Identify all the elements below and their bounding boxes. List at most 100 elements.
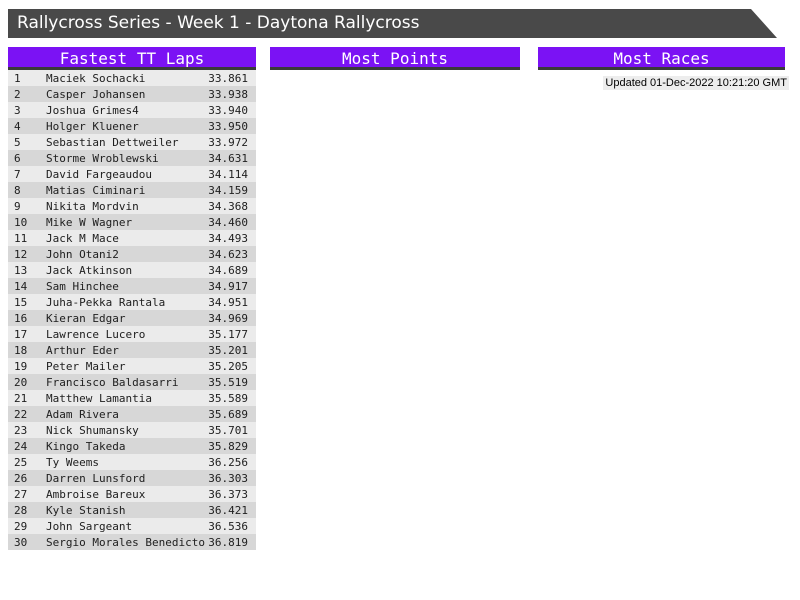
table-row: 18 Arthur Eder 35.201 bbox=[8, 342, 256, 358]
row-rank: 30 bbox=[14, 535, 28, 549]
table-row: 13 Jack Atkinson 34.689 bbox=[8, 262, 256, 278]
table-row: 29 John Sargeant 36.536 bbox=[8, 518, 256, 534]
row-driver-name: Adam Rivera bbox=[46, 407, 119, 421]
row-rank: 11 bbox=[14, 231, 28, 245]
row-lap-time: 35.829 bbox=[208, 439, 248, 453]
table-row: 25 Ty Weems 36.256 bbox=[8, 454, 256, 470]
table-row: 10 Mike W Wagner 34.460 bbox=[8, 214, 256, 230]
row-lap-time: 35.205 bbox=[208, 359, 248, 373]
table-row: 30 Sergio Morales Benedicto 36.819 bbox=[8, 534, 256, 550]
panel-most-points: Most Points bbox=[270, 47, 520, 70]
table-row: 11 Jack M Mace 34.493 bbox=[8, 230, 256, 246]
row-lap-time: 33.938 bbox=[208, 87, 248, 101]
row-lap-time: 35.201 bbox=[208, 343, 248, 357]
row-rank: 16 bbox=[14, 311, 28, 325]
title-bar: Rallycross Series - Week 1 - Daytona Ral… bbox=[8, 9, 777, 38]
row-driver-name: Holger Kluener bbox=[46, 119, 139, 133]
row-driver-name: Storme Wroblewski bbox=[46, 151, 159, 165]
row-rank: 18 bbox=[14, 343, 28, 357]
table-row: 4 Holger Kluener 33.950 bbox=[8, 118, 256, 134]
row-lap-time: 36.373 bbox=[208, 487, 248, 501]
table-row: 14 Sam Hinchee 34.917 bbox=[8, 278, 256, 294]
row-driver-name: Lawrence Lucero bbox=[46, 327, 146, 341]
row-rank: 4 bbox=[14, 119, 21, 133]
row-rank: 1 bbox=[14, 71, 21, 85]
row-lap-time: 34.689 bbox=[208, 263, 248, 277]
row-lap-time: 34.623 bbox=[208, 247, 248, 261]
row-lap-time: 35.519 bbox=[208, 375, 248, 389]
row-rank: 13 bbox=[14, 263, 28, 277]
table-row: 3 Joshua Grimes4 33.940 bbox=[8, 102, 256, 118]
row-driver-name: John Otani2 bbox=[46, 247, 119, 261]
row-rank: 21 bbox=[14, 391, 28, 405]
row-rank: 10 bbox=[14, 215, 28, 229]
row-driver-name: Sergio Morales Benedicto bbox=[46, 535, 205, 549]
table-row: 26 Darren Lunsford 36.303 bbox=[8, 470, 256, 486]
table-row: 17 Lawrence Lucero 35.177 bbox=[8, 326, 256, 342]
table-row: 21 Matthew Lamantia 35.589 bbox=[8, 390, 256, 406]
row-rank: 9 bbox=[14, 199, 21, 213]
row-rank: 28 bbox=[14, 503, 28, 517]
panel-fastest-tt-laps: Fastest TT Laps 1 Maciek Sochacki 33.861 2 C… bbox=[8, 47, 256, 550]
row-lap-time: 36.256 bbox=[208, 455, 248, 469]
row-lap-time: 34.159 bbox=[208, 183, 248, 197]
header-most-races: Most Races bbox=[538, 47, 785, 70]
row-driver-name: Ambroise Bareux bbox=[46, 487, 146, 501]
row-rank: 3 bbox=[14, 103, 21, 117]
row-lap-time: 34.493 bbox=[208, 231, 248, 245]
row-driver-name: Casper Johansen bbox=[46, 87, 146, 101]
table-row: 1 Maciek Sochacki 33.861 bbox=[8, 70, 256, 86]
table-row: 16 Kieran Edgar 34.969 bbox=[8, 310, 256, 326]
row-rank: 7 bbox=[14, 167, 21, 181]
row-lap-time: 33.940 bbox=[208, 103, 248, 117]
row-lap-time: 34.114 bbox=[208, 167, 248, 181]
table-row: 28 Kyle Stanish 36.421 bbox=[8, 502, 256, 518]
row-lap-time: 33.950 bbox=[208, 119, 248, 133]
table-row: 27 Ambroise Bareux 36.373 bbox=[8, 486, 256, 502]
row-rank: 24 bbox=[14, 439, 28, 453]
row-rank: 23 bbox=[14, 423, 28, 437]
row-driver-name: Matthew Lamantia bbox=[46, 391, 152, 405]
row-lap-time: 35.589 bbox=[208, 391, 248, 405]
row-rank: 15 bbox=[14, 295, 28, 309]
row-driver-name: Mike W Wagner bbox=[46, 215, 133, 229]
table-row: 7 David Fargeaudou 34.114 bbox=[8, 166, 256, 182]
table-row: 23 Nick Shumansky 35.701 bbox=[8, 422, 256, 438]
row-rank: 22 bbox=[14, 407, 28, 421]
panel-most-races: Most Races bbox=[538, 47, 785, 70]
table-row: 24 Kingo Takeda 35.829 bbox=[8, 438, 256, 454]
row-driver-name: Joshua Grimes4 bbox=[46, 103, 139, 117]
row-lap-time: 35.689 bbox=[208, 407, 248, 421]
table-row: 2 Casper Johansen 33.938 bbox=[8, 86, 256, 102]
row-driver-name: Nick Shumansky bbox=[46, 423, 139, 437]
row-rank: 2 bbox=[14, 87, 21, 101]
row-driver-name: Sam Hinchee bbox=[46, 279, 119, 293]
row-lap-time: 36.303 bbox=[208, 471, 248, 485]
row-rank: 27 bbox=[14, 487, 28, 501]
table-row: 8 Matias Ciminari 34.159 bbox=[8, 182, 256, 198]
row-lap-time: 36.819 bbox=[208, 535, 248, 549]
row-driver-name: Ty Weems bbox=[46, 455, 99, 469]
row-driver-name: Darren Lunsford bbox=[46, 471, 146, 485]
row-driver-name: Jack Atkinson bbox=[46, 263, 133, 277]
page-title: Rallycross Series - Week 1 - Daytona Ral… bbox=[17, 13, 420, 33]
row-driver-name: Sebastian Dettweiler bbox=[46, 135, 179, 149]
row-driver-name: Nikita Mordvin bbox=[46, 199, 139, 213]
row-driver-name: Kyle Stanish bbox=[46, 503, 126, 517]
table-row: 19 Peter Mailer 35.205 bbox=[8, 358, 256, 374]
table-row: 22 Adam Rivera 35.689 bbox=[8, 406, 256, 422]
row-rank: 6 bbox=[14, 151, 21, 165]
row-lap-time: 36.421 bbox=[208, 503, 248, 517]
row-lap-time: 36.536 bbox=[208, 519, 248, 533]
row-driver-name: Kingo Takeda bbox=[46, 439, 126, 453]
row-lap-time: 34.969 bbox=[208, 311, 248, 325]
row-driver-name: John Sargeant bbox=[46, 519, 133, 533]
row-rank: 12 bbox=[14, 247, 28, 261]
row-rank: 20 bbox=[14, 375, 28, 389]
row-lap-time: 34.460 bbox=[208, 215, 248, 229]
row-rank: 17 bbox=[14, 327, 28, 341]
row-rank: 29 bbox=[14, 519, 28, 533]
row-lap-time: 34.631 bbox=[208, 151, 248, 165]
row-lap-time: 34.368 bbox=[208, 199, 248, 213]
row-lap-time: 35.177 bbox=[208, 327, 248, 341]
